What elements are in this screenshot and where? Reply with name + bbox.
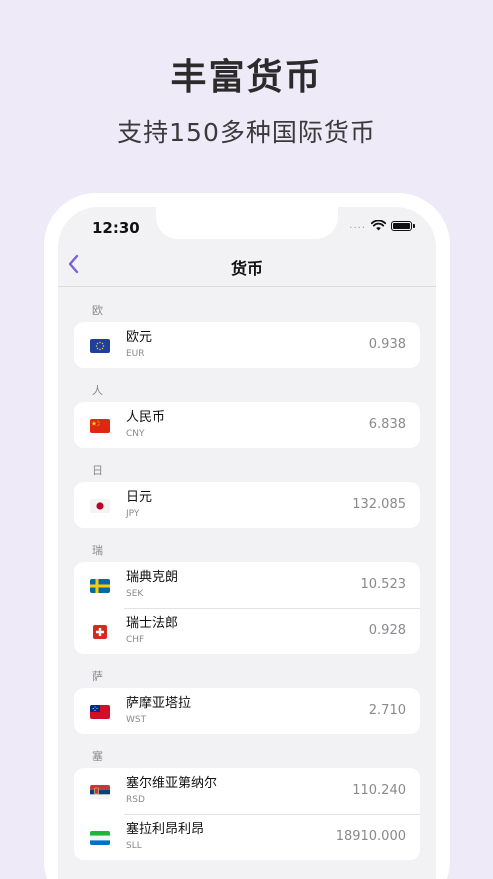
currency-name: 欧元 [126, 330, 153, 345]
currency-name: 人民币 [126, 410, 166, 425]
currency-code: RSD [126, 795, 145, 805]
currency-card: 萨摩亚塔拉 WST 2.710 [74, 688, 420, 734]
sierra-leone-flag-icon [90, 831, 110, 845]
nav-bar: 货币 [58, 243, 436, 287]
currency-card: 塞尔维亚第纳尔 RSD 110.240 塞拉利昂利昂 SLL 18910.000 [74, 768, 420, 860]
currency-row-chf[interactable]: 瑞士法郎 CHF 0.928 [74, 608, 420, 654]
status-time: 12:30 [92, 219, 140, 237]
section-header: 塞 [92, 750, 103, 763]
currency-card: 日元 JPY 132.085 [74, 482, 420, 528]
currency-rate: 6.838 [368, 417, 406, 432]
currency-code: SLL [126, 841, 142, 851]
currency-rate: 110.240 [352, 783, 406, 798]
currency-row-jpy[interactable]: 日元 JPY 132.085 [74, 482, 420, 528]
serbia-flag-icon [90, 785, 110, 799]
japan-flag-icon [90, 499, 110, 513]
sweden-flag-icon [90, 579, 110, 593]
currency-row-wst[interactable]: 萨摩亚塔拉 WST 2.710 [74, 688, 420, 734]
china-flag-icon [90, 419, 110, 433]
currency-row-rsd[interactable]: 塞尔维亚第纳尔 RSD 110.240 [74, 768, 420, 814]
currency-name: 塞拉利昂利昂 [126, 822, 205, 837]
samoa-flag-icon [90, 705, 110, 719]
promo-title: 丰富货币 [170, 57, 323, 98]
currency-rate: 10.523 [360, 577, 407, 592]
section-header: 欧 [92, 304, 103, 317]
phone-notch [156, 207, 338, 239]
currency-row-sll[interactable]: 塞拉利昂利昂 SLL 18910.000 [74, 814, 420, 860]
section-header: 日 [92, 464, 103, 477]
currency-row-sek[interactable]: 瑞典克朗 SEK 10.523 [74, 562, 420, 608]
wifi-icon [371, 220, 386, 231]
currency-rate: 2.710 [368, 703, 406, 718]
currency-code: WST [126, 715, 147, 725]
currency-name: 日元 [126, 490, 153, 505]
currency-card: 欧元 EUR 0.938 [74, 322, 420, 368]
currency-list: 欧 欧元 EUR 0.938 人 人民币 CNY 6.838 日 日元 JPY … [74, 288, 420, 860]
currency-name: 萨摩亚塔拉 [126, 696, 192, 711]
page-title: 货币 [230, 259, 263, 278]
section-header: 人 [92, 384, 103, 397]
currency-code: EUR [126, 349, 145, 359]
currency-name: 塞尔维亚第纳尔 [126, 776, 218, 791]
promo-subtitle: 支持150多种国际货币 [117, 118, 376, 147]
currency-code: JPY [126, 509, 140, 519]
signal-icon: .... [349, 220, 366, 231]
currency-name: 瑞典克朗 [126, 570, 179, 585]
currency-code: CNY [126, 429, 145, 439]
phone-frame: 12:30 .... 货币 欧 欧元 EUR 0.938 人 人民币 CNY 6… [44, 193, 450, 879]
phone-screen: 12:30 .... 货币 欧 欧元 EUR 0.938 人 人民币 CNY 6… [58, 207, 436, 879]
eu-flag-icon [90, 339, 110, 353]
currency-card: 瑞典克朗 SEK 10.523 瑞士法郎 CHF 0.928 [74, 562, 420, 654]
currency-code: SEK [126, 589, 144, 599]
battery-icon [391, 220, 415, 231]
switzerland-flag-icon [93, 625, 107, 639]
section-header: 瑞 [92, 544, 103, 557]
status-icons: .... [349, 220, 415, 231]
currency-rate: 18910.000 [335, 829, 406, 844]
currency-row-cny[interactable]: 人民币 CNY 6.838 [74, 402, 420, 448]
currency-card: 人民币 CNY 6.838 [74, 402, 420, 448]
currency-rate: 0.938 [368, 337, 406, 352]
currency-rate: 132.085 [352, 497, 406, 512]
section-header: 萨 [92, 670, 103, 683]
currency-name: 瑞士法郎 [126, 616, 179, 631]
currency-rate: 0.928 [368, 623, 406, 638]
currency-row-eur[interactable]: 欧元 EUR 0.938 [74, 322, 420, 368]
currency-code: CHF [126, 635, 145, 645]
